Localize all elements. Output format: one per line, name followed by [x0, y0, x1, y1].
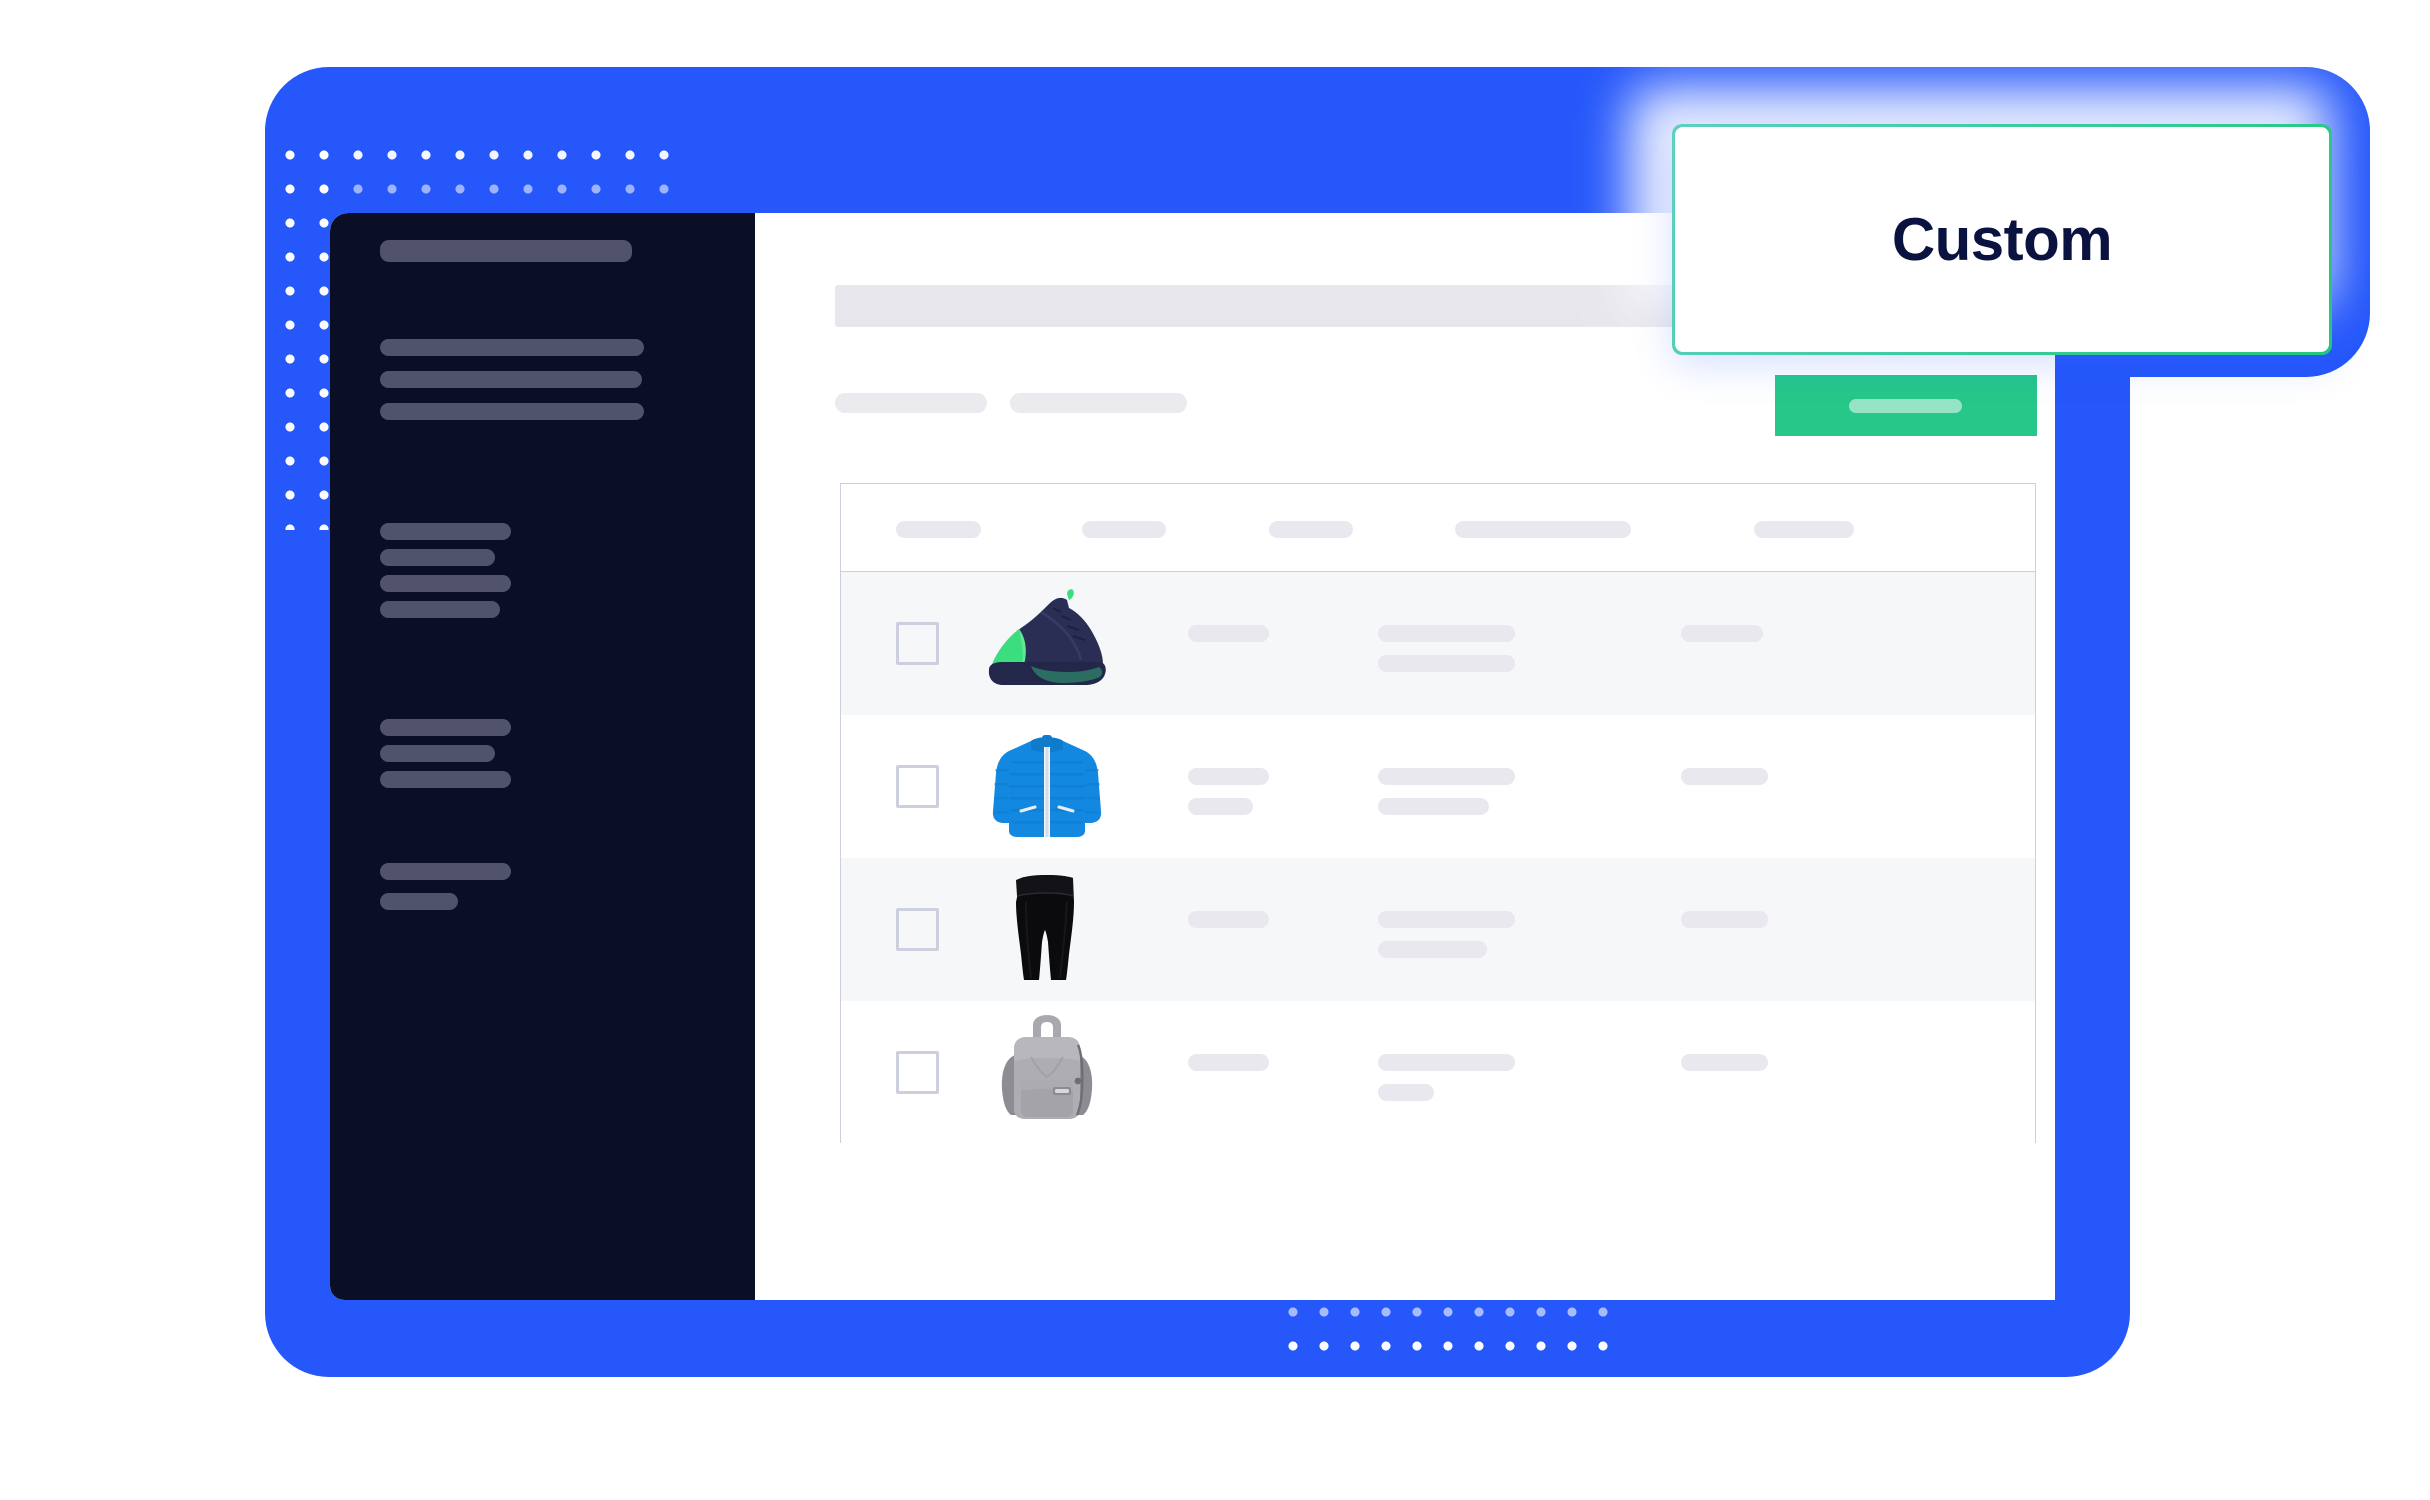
cell-bar [1188, 911, 1269, 928]
sidebar-item-sub-3[interactable] [380, 575, 511, 592]
product-thumbnail-running-shoe [981, 582, 1113, 706]
sidebar-item-group3-1[interactable] [380, 719, 511, 736]
cell-bar [1188, 768, 1269, 785]
cell-bar [1378, 768, 1515, 785]
sidebar-item-footer-1[interactable] [380, 863, 511, 880]
cell-bar [1681, 625, 1763, 642]
row-select-checkbox[interactable] [896, 908, 939, 951]
add-product-button[interactable] [1775, 375, 2037, 436]
cell-bar [1378, 655, 1515, 672]
row-select-checkbox[interactable] [896, 1051, 939, 1094]
row-select-checkbox[interactable] [896, 622, 939, 665]
sidebar-item-nav-2[interactable] [380, 371, 642, 388]
custom-card-label: Custom [1891, 206, 2113, 273]
products-table [840, 483, 2036, 1144]
row-select-checkbox[interactable] [896, 765, 939, 808]
sidebar-item-footer-2[interactable] [380, 893, 458, 910]
cell-bar [1378, 1084, 1434, 1101]
table-row[interactable] [841, 572, 2035, 715]
column-header-status [1754, 521, 1854, 538]
sidebar-item-nav-1[interactable] [380, 339, 644, 356]
cell-bar [1378, 798, 1489, 815]
column-header-meta [1455, 521, 1631, 538]
cell-bar [1188, 798, 1253, 815]
sidebar-logo-placeholder [380, 240, 632, 262]
sidebar-item-sub-2[interactable] [380, 549, 495, 566]
sidebar-item-sub-1[interactable] [380, 523, 511, 540]
cell-bar [1188, 625, 1269, 642]
table-row[interactable] [841, 858, 2035, 1001]
cell-bar [1378, 1054, 1515, 1071]
table-header-row [841, 484, 2035, 572]
cell-bar [1681, 911, 1768, 928]
sidebar-item-nav-3[interactable] [380, 403, 644, 420]
cell-bar [1681, 1054, 1768, 1071]
cell-bar [1378, 941, 1487, 958]
sidebar [330, 213, 755, 1300]
custom-card-inner: Custom [1675, 127, 2329, 352]
column-header-detail [1269, 521, 1353, 538]
product-thumbnail-puffer-jacket [981, 725, 1113, 849]
sidebar-item-group3-3[interactable] [380, 771, 511, 788]
sidebar-item-group3-2[interactable] [380, 745, 495, 762]
cell-bar [1378, 625, 1515, 642]
table-row[interactable] [841, 715, 2035, 858]
filter-one[interactable] [835, 393, 987, 413]
product-thumbnail-bike-shorts [981, 868, 1113, 992]
cell-bar [1188, 1054, 1269, 1071]
column-header-name [1082, 521, 1166, 538]
product-thumbnail-backpack [981, 1011, 1113, 1135]
main-content [755, 213, 2055, 1300]
add-product-button-label [1849, 399, 1962, 413]
column-header-image [896, 521, 981, 538]
cell-bar [1681, 768, 1768, 785]
cell-bar [1378, 911, 1515, 928]
filter-two[interactable] [1010, 393, 1187, 413]
app-window [330, 213, 2055, 1300]
sidebar-item-sub-4[interactable] [380, 601, 500, 618]
screenshot-root: Custom [0, 0, 2430, 1500]
table-row[interactable] [841, 1001, 2035, 1144]
custom-callout-card[interactable]: Custom [1672, 124, 2332, 355]
